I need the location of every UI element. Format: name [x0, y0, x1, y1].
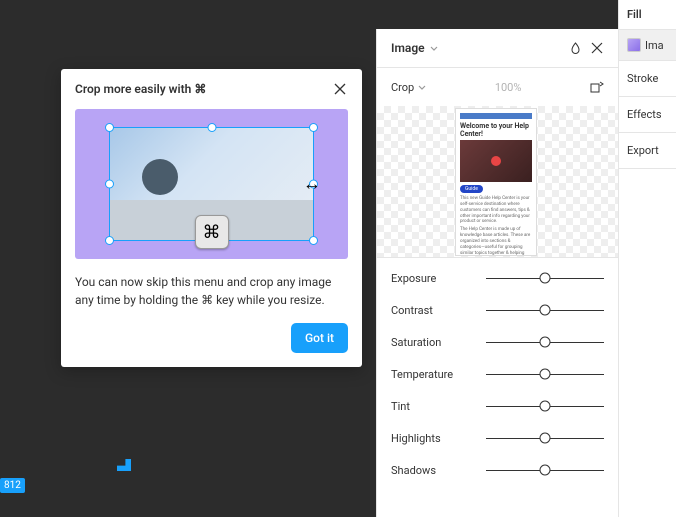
close-icon[interactable] [332, 81, 348, 97]
saturation-slider[interactable] [486, 342, 604, 343]
crop-value[interactable]: 100% [434, 81, 582, 94]
slider-label: Exposure [391, 272, 486, 285]
crop-mode-dropdown[interactable]: Crop [391, 81, 426, 94]
image-thumbnail: Welcome to your Help Center! Guide This … [455, 108, 537, 256]
section-export[interactable]: Export [619, 133, 676, 169]
slider-knob[interactable] [540, 369, 551, 380]
slider-label: Highlights [391, 432, 486, 445]
blend-mode-icon[interactable] [568, 41, 582, 55]
shadows-slider[interactable] [486, 470, 604, 471]
slider-knob[interactable] [540, 433, 551, 444]
image-panel: Image Crop 100% Welcome to your Help Cen… [376, 29, 618, 517]
adjustment-sliders: Exposure Contrast Saturation Temperature… [377, 258, 618, 490]
slider-label: Shadows [391, 464, 486, 477]
exposure-slider[interactable] [486, 278, 604, 279]
slider-label: Temperature [391, 368, 486, 381]
contrast-slider[interactable] [486, 310, 604, 311]
chevron-down-icon [430, 46, 438, 51]
slider-knob[interactable] [540, 337, 551, 348]
panel-title[interactable]: Image [391, 41, 560, 55]
image-swatch-icon [627, 38, 641, 52]
chevron-down-icon [418, 85, 426, 90]
slider-knob[interactable] [540, 401, 551, 412]
slider-knob[interactable] [540, 305, 551, 316]
crop-tip-popover: Crop more easily with ⌘ ↔ ⌘ You can now … [61, 69, 362, 367]
section-fill[interactable]: Fill [619, 0, 676, 30]
right-sidebar: Fill Ima Stroke Effects Export [618, 0, 676, 517]
image-preview[interactable]: Welcome to your Help Center! Guide This … [377, 106, 618, 258]
canvas-shape [117, 459, 131, 471]
fill-image-row[interactable]: Ima [619, 30, 676, 61]
close-icon[interactable] [590, 41, 604, 55]
temperature-slider[interactable] [486, 374, 604, 375]
slider-knob[interactable] [540, 465, 551, 476]
rotate-icon[interactable] [590, 80, 604, 94]
slider-knob[interactable] [540, 273, 551, 284]
section-stroke[interactable]: Stroke [619, 61, 676, 97]
section-effects[interactable]: Effects [619, 97, 676, 133]
slider-label: Saturation [391, 336, 486, 349]
highlights-slider[interactable] [486, 438, 604, 439]
command-key-icon: ⌘ [195, 215, 229, 249]
tint-slider[interactable] [486, 406, 604, 407]
tip-body: You can now skip this menu and crop any … [61, 259, 362, 323]
dimension-badge: 812 [0, 478, 25, 493]
tip-illustration: ↔ ⌘ [75, 109, 348, 259]
slider-label: Tint [391, 400, 486, 413]
tip-title: Crop more easily with ⌘ [75, 82, 206, 96]
resize-arrow-icon: ↔ [303, 174, 321, 195]
got-it-button[interactable]: Got it [291, 323, 348, 353]
slider-label: Contrast [391, 304, 486, 317]
